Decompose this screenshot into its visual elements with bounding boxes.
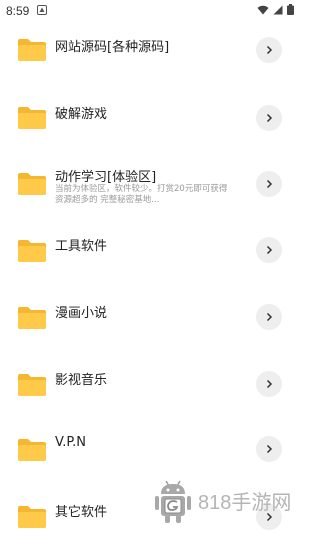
chevron-right-button[interactable] <box>256 371 282 397</box>
folder-row-website-source[interactable]: 网站源码[各种源码] <box>0 16 300 82</box>
battery-icon <box>287 4 294 15</box>
notification-icon <box>37 5 47 15</box>
folder-title: 网站源码[各种源码] <box>55 40 170 55</box>
folder-title: 工具软件 <box>55 239 108 254</box>
chevron-right-icon <box>266 45 273 55</box>
folder-title: 漫画小说 <box>55 306 108 321</box>
status-icons <box>257 4 294 15</box>
watermark-text: 818手游网 <box>198 492 292 514</box>
chevron-right-button[interactable] <box>256 304 282 330</box>
folder-icon <box>18 173 46 195</box>
chevron-right-icon <box>266 179 273 189</box>
folder-icon <box>18 439 46 461</box>
folder-title: 动作学习[体验区] <box>55 170 157 185</box>
folder-row-video-music[interactable]: 影视音乐 <box>0 349 300 415</box>
folder-title: 其它软件 <box>55 505 108 520</box>
wifi-icon <box>257 5 269 14</box>
chevron-right-button[interactable] <box>256 171 282 197</box>
signal-icon <box>273 5 283 14</box>
chevron-right-icon <box>266 113 273 123</box>
folder-row-tools[interactable]: 工具软件 <box>0 215 300 281</box>
chevron-right-icon <box>266 312 273 322</box>
folder-icon <box>18 39 46 61</box>
folder-row-comics-novels[interactable]: 漫画小说 <box>0 282 300 348</box>
chevron-right-icon <box>266 379 273 389</box>
folder-subtitle: 当前为体验区，软件较少。打赏20元即可获得 资源超多的 完整秘密基地... <box>55 184 228 205</box>
folder-icon <box>18 506 46 528</box>
folder-icon <box>18 107 46 129</box>
folder-title: 破解游戏 <box>55 107 108 122</box>
android-robot-icon <box>155 480 191 523</box>
folder-title: 影视音乐 <box>55 373 108 388</box>
watermark: 818手游网 <box>150 477 300 527</box>
folder-title: V.P.N <box>55 435 87 450</box>
chevron-right-button[interactable] <box>256 436 282 462</box>
chevron-right-button[interactable] <box>256 105 282 131</box>
folder-icon <box>18 240 46 262</box>
folder-row-action-learning[interactable]: 动作学习[体验区] 当前为体验区，软件较少。打赏20元即可获得 资源超多的 完整… <box>0 148 300 214</box>
folder-row-cracked-games[interactable]: 破解游戏 <box>0 82 300 148</box>
folder-row-vpn[interactable]: V.P.N <box>0 416 300 482</box>
chevron-right-icon <box>266 245 273 255</box>
folder-icon <box>18 374 46 396</box>
chevron-right-button[interactable] <box>256 37 282 63</box>
chevron-right-button[interactable] <box>256 237 282 263</box>
chevron-right-icon <box>266 444 273 454</box>
folder-icon <box>18 307 46 329</box>
